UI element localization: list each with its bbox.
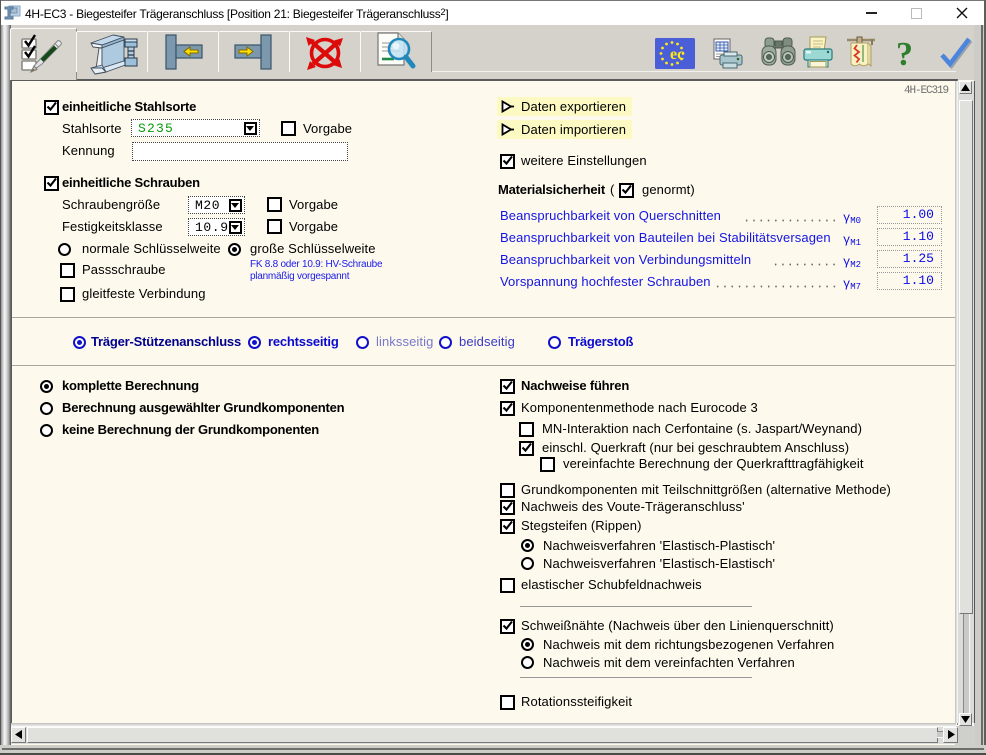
svg-text:ec: ec	[670, 46, 684, 63]
svg-text:?: ?	[896, 36, 913, 70]
